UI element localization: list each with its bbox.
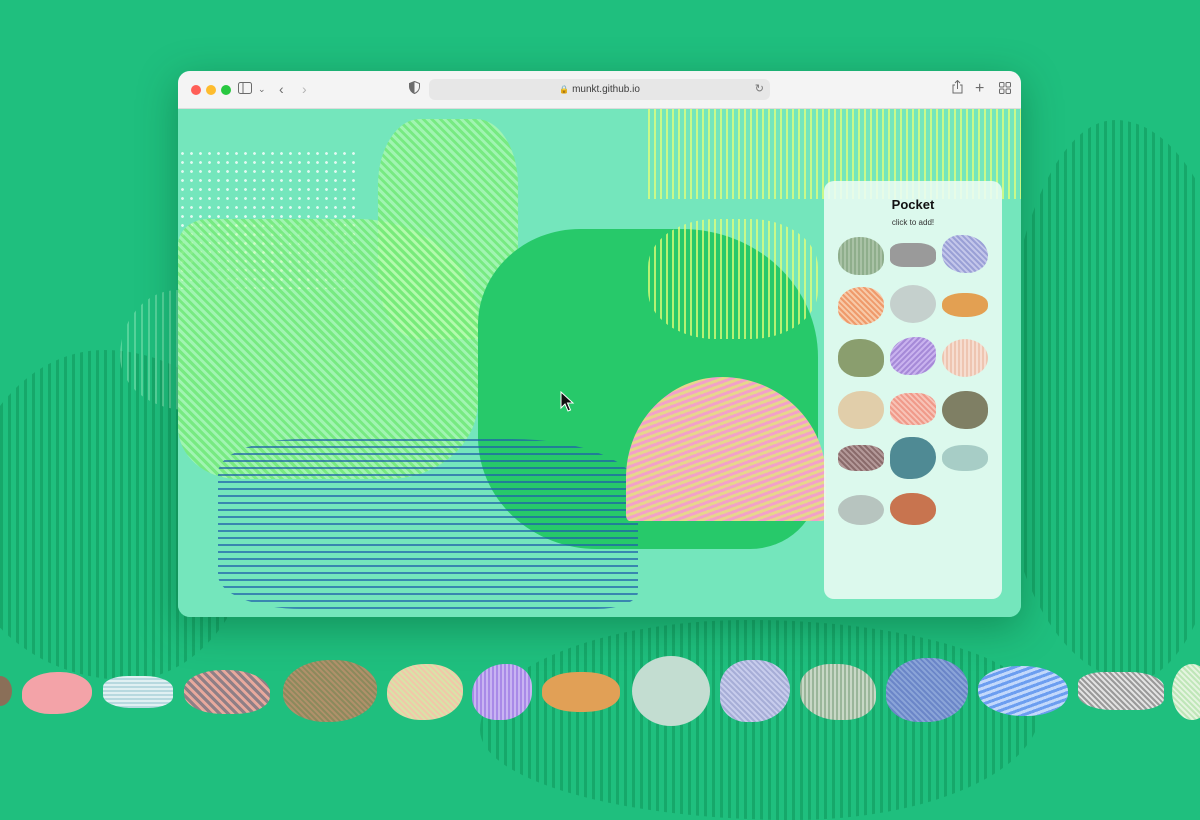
strip-rock xyxy=(472,664,532,720)
shield-icon[interactable] xyxy=(409,80,420,98)
chevron-down-icon[interactable]: ⌄ xyxy=(258,80,266,98)
pocket-rock[interactable] xyxy=(890,243,936,267)
pocket-rock[interactable] xyxy=(942,445,988,471)
strip-rock xyxy=(103,676,173,708)
strip-rock xyxy=(1078,672,1164,710)
strip-rock xyxy=(184,670,270,714)
pocket-rock[interactable] xyxy=(890,285,936,323)
pocket-rock[interactable] xyxy=(838,391,884,429)
pocket-rock[interactable] xyxy=(838,445,884,471)
pocket-rock[interactable] xyxy=(942,339,988,377)
chevron-right-icon[interactable]: › xyxy=(302,80,307,98)
pocket-rock[interactable] xyxy=(838,495,884,525)
strip-rock xyxy=(800,664,876,720)
blue-striped-area xyxy=(218,439,638,609)
pocket-rock[interactable] xyxy=(942,235,988,273)
pocket-rock[interactable] xyxy=(838,237,884,275)
address-bar[interactable]: 🔒 munkt.github.io ↻ xyxy=(429,79,770,100)
background-blob xyxy=(1000,120,1200,680)
pocket-rock[interactable] xyxy=(838,339,884,377)
chevron-left-icon[interactable]: ‹ xyxy=(279,80,284,98)
browser-toolbar: ⌄ ‹ › 🔒 munkt.github.io ↻ + xyxy=(178,71,1021,109)
reload-icon[interactable]: ↻ xyxy=(755,79,764,100)
strip-rock xyxy=(283,660,377,722)
tab-grid-icon[interactable] xyxy=(999,80,1011,98)
pocket-rock[interactable] xyxy=(890,337,936,375)
zoom-window-button[interactable] xyxy=(221,85,231,95)
strip-rock xyxy=(22,672,92,714)
plus-icon[interactable]: + xyxy=(975,80,984,98)
pocket-title: Pocket xyxy=(891,197,935,212)
strip-rock xyxy=(0,676,12,706)
minimize-window-button[interactable] xyxy=(206,85,216,95)
pocket-rock[interactable] xyxy=(890,393,936,425)
pocket-rock[interactable] xyxy=(838,287,884,325)
strip-rock xyxy=(387,664,463,720)
close-window-button[interactable] xyxy=(191,85,201,95)
strip-rock xyxy=(632,656,710,726)
pocket-rock[interactable] xyxy=(890,437,936,479)
pocket-rock[interactable] xyxy=(890,493,936,525)
strip-rock xyxy=(542,672,620,712)
strip-rock xyxy=(978,666,1068,716)
pocket-rock[interactable] xyxy=(942,293,988,317)
share-icon[interactable] xyxy=(952,79,963,98)
strip-rock xyxy=(1172,664,1200,720)
sidebar-icon[interactable] xyxy=(238,80,252,98)
strip-rock xyxy=(886,658,968,722)
url-text: munkt.github.io xyxy=(572,84,640,95)
cursor-icon xyxy=(560,391,575,412)
lime-striped-area xyxy=(648,219,818,339)
pocket-subtitle: click to add! xyxy=(891,218,935,227)
lock-icon: 🔒 xyxy=(559,85,570,94)
rock-canvas[interactable]: Pocket click to add! xyxy=(178,109,1021,617)
pocket-panel: Pocket click to add! xyxy=(824,181,1002,599)
browser-window: ⌄ ‹ › 🔒 munkt.github.io ↻ + Pocket click… xyxy=(178,71,1021,617)
pocket-rock[interactable] xyxy=(942,391,988,429)
